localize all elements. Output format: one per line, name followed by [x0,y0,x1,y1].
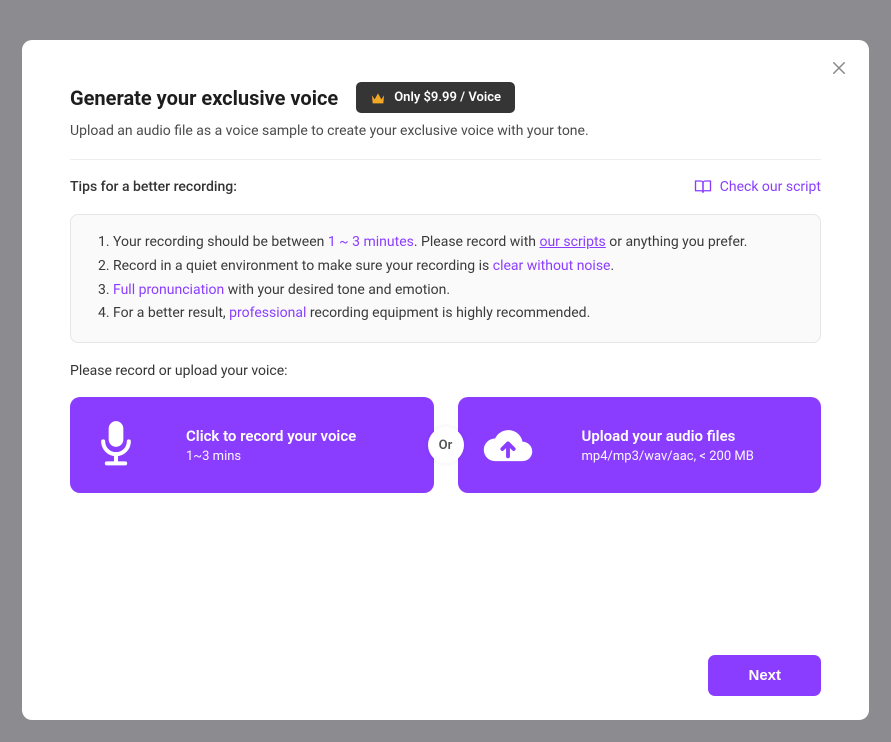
modal-subtitle: Upload an audio file as a voice sample t… [70,123,821,139]
close-button[interactable] [825,54,853,82]
voice-generator-modal: Generate your exclusive voice Only $9.99… [22,40,869,720]
tip-noise: clear without noise [493,258,611,274]
record-voice-card[interactable]: Click to record your voice 1~3 mins [70,397,434,493]
modal-footer: Next [70,655,821,696]
modal-title: Generate your exclusive voice [70,86,338,110]
record-subtitle: 1~3 mins [186,449,356,464]
check-script-label: Check our script [720,179,821,195]
divider [70,159,821,160]
upload-cloud-icon [482,424,534,466]
tips-box: Your recording should be between 1 ~ 3 m… [70,214,821,343]
our-scripts-link[interactable]: our scripts [539,234,605,250]
tips-item-2: Record in a quiet environment to make su… [113,255,800,279]
tips-item-4: For a better result, professional record… [113,302,800,326]
tip-professional: professional [229,305,306,321]
microphone-icon [94,419,138,471]
tip-duration: 1 ~ 3 minutes [328,234,414,250]
next-button[interactable]: Next [708,655,821,696]
tip-pronunciation: Full pronunciation [113,282,224,298]
tips-label: Tips for a better recording: [70,179,237,195]
action-row: Click to record your voice 1~3 mins Uplo… [70,397,821,493]
price-label: Only $9.99 / Voice [394,90,501,105]
upload-subtitle: mp4/mp3/wav/aac, < 200 MB [582,449,754,464]
tips-header-row: Tips for a better recording: Check our s… [70,178,821,196]
close-icon [830,59,848,77]
upload-text: Upload your audio files mp4/mp3/wav/aac,… [582,427,754,464]
record-upload-label: Please record or upload your voice: [70,363,821,379]
upload-audio-card[interactable]: Upload your audio files mp4/mp3/wav/aac,… [458,397,822,493]
book-icon [694,178,712,196]
tips-item-1: Your recording should be between 1 ~ 3 m… [113,231,800,255]
record-text: Click to record your voice 1~3 mins [186,427,356,464]
tips-item-3: Full pronunciation with your desired ton… [113,279,800,303]
or-separator: Or [428,427,464,463]
modal-header: Generate your exclusive voice Only $9.99… [70,82,821,113]
check-script-link[interactable]: Check our script [694,178,821,196]
upload-title: Upload your audio files [582,427,754,445]
price-badge: Only $9.99 / Voice [356,82,515,113]
crown-icon [370,91,386,105]
tips-list: Your recording should be between 1 ~ 3 m… [91,231,800,326]
record-title: Click to record your voice [186,427,356,445]
